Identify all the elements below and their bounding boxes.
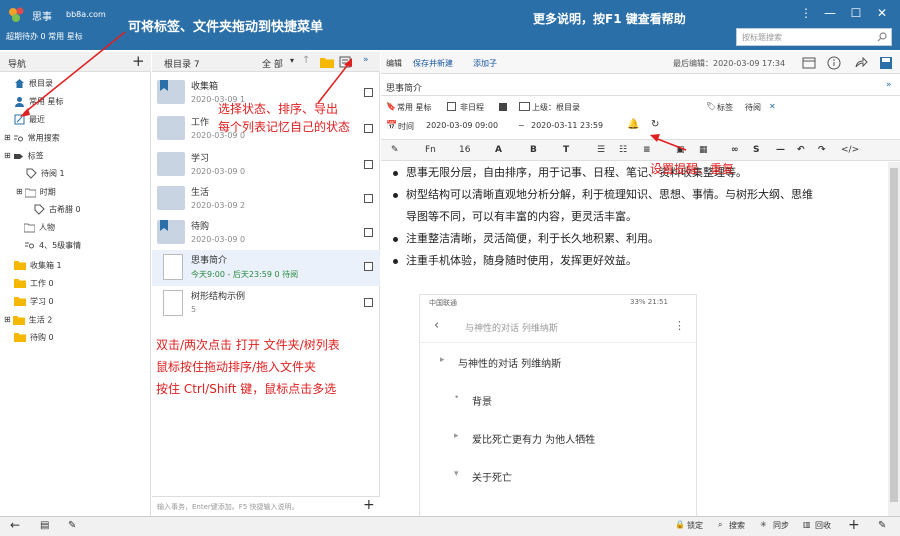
arrow-filter-head [344,58,352,67]
arrow-reminder [654,137,687,151]
lock-icon[interactable]: 🔒 [675,520,685,529]
footer-bar: ← ▤ ✎ 🔒 锁定 ⌕ 搜索 ✳ 同步 ▥ 回收 + ✎ [0,516,900,536]
search-footer-icon[interactable]: ⌕ [718,520,722,530]
recycle-button[interactable]: 回收 [815,520,831,531]
arrow-drag [23,31,126,114]
compose-icon[interactable]: ✎ [878,520,886,531]
recycle-icon[interactable]: ▥ [803,520,811,529]
lock-button[interactable]: 锁定 [687,520,703,531]
back-arrow-icon[interactable]: ← [10,518,20,532]
search-button[interactable]: 搜索 [729,520,745,531]
annotation-arrows [20,31,687,151]
add-footer-button[interactable]: + [848,517,860,533]
note-edit-icon[interactable]: ✎ [68,520,76,531]
arrow-filter [317,61,351,104]
sync-button[interactable]: 同步 [773,520,789,531]
arrow-reminder-head [650,134,660,142]
sync-icon[interactable]: ✳ [760,520,767,529]
calendar-footer-icon[interactable]: ▤ [40,520,49,531]
